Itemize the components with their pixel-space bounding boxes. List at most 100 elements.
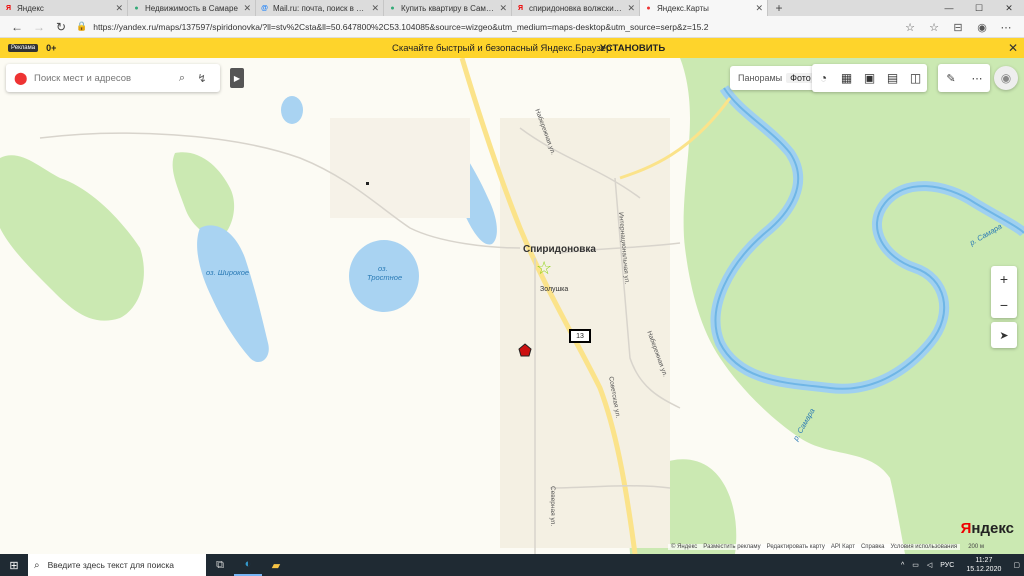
system-tray: ^ ▭ ◁ РУС 11:27 15.12.2020 ▢ bbox=[897, 554, 1024, 576]
more-icon[interactable]: ⋯ bbox=[964, 64, 990, 92]
search-input[interactable]: Поиск мест и адресов bbox=[34, 73, 172, 84]
edge-browser-icon[interactable]: ◐ bbox=[234, 554, 262, 576]
new-tab-button[interactable]: + bbox=[768, 0, 790, 16]
village-label[interactable]: Спиридоновка bbox=[523, 244, 596, 255]
collections-icon[interactable]: ☆ bbox=[922, 17, 946, 37]
edit-map-link[interactable]: Редактировать карту bbox=[767, 544, 825, 550]
search-icon: ⌕ bbox=[34, 559, 40, 571]
browser-toolbar: ☆ ☆ ⊟ ◉ ⋯ bbox=[898, 17, 1018, 37]
menu-icon[interactable]: ⋯ bbox=[994, 17, 1018, 37]
map-view[interactable]: Спиридоновка оз. Широкое оз. Тростное ☆ … bbox=[0, 58, 1024, 554]
lake-label: оз. Широкое bbox=[206, 268, 250, 277]
taskbar: ⊞ ⌕ Введите здесь текст для поиска ⧉ ◐ ▰… bbox=[0, 554, 1024, 576]
ruler-icon[interactable]: ✎ bbox=[938, 64, 964, 92]
poi-label[interactable]: Золушка bbox=[540, 286, 568, 293]
transport-icon[interactable]: ▤ bbox=[881, 64, 904, 92]
locate-me-icon[interactable]: ➤ bbox=[991, 322, 1017, 348]
profile-icon[interactable]: ◉ bbox=[970, 17, 994, 37]
tab-title: Яндекс.Карты bbox=[657, 3, 709, 13]
forest-area bbox=[172, 152, 235, 238]
refresh-icon[interactable]: ↻ bbox=[50, 17, 72, 37]
photo-button[interactable]: Фото bbox=[786, 73, 815, 83]
tab-realty[interactable]: ● Недвижимость в Самаре ✕ bbox=[128, 0, 256, 16]
lake-label: оз. bbox=[378, 264, 388, 273]
close-icon[interactable]: ✕ bbox=[499, 3, 507, 14]
screen: Я Яндекс ✕ ● Недвижимость в Самаре ✕ @ M… bbox=[0, 0, 1024, 576]
map-type-icon[interactable]: ▦ bbox=[835, 64, 858, 92]
yandex-icon: Я bbox=[5, 4, 12, 12]
clock-time: 11:27 bbox=[975, 557, 993, 564]
volume-icon[interactable]: ◁ bbox=[927, 561, 932, 569]
logo-text: ндекс bbox=[971, 520, 1014, 537]
notifications-icon[interactable]: ▢ bbox=[1013, 561, 1020, 569]
task-view-icon[interactable]: ⧉ bbox=[206, 554, 234, 576]
lake bbox=[197, 225, 269, 363]
close-window-icon[interactable]: ✕ bbox=[994, 0, 1024, 16]
tab-yandex[interactable]: Я Яндекс ✕ bbox=[0, 0, 128, 16]
avito-icon: ● bbox=[134, 4, 139, 12]
village-area bbox=[330, 118, 470, 218]
zoom-control: + − bbox=[991, 266, 1017, 318]
close-icon[interactable]: ✕ bbox=[115, 3, 123, 14]
tab-yandex-maps[interactable]: ● Яндекс.Карты ✕ bbox=[640, 0, 768, 16]
yandex-icon: Я bbox=[517, 4, 524, 12]
map-scale: 200 м bbox=[968, 544, 984, 550]
network-icon[interactable]: ▭ bbox=[912, 561, 919, 569]
tab-apartments[interactable]: ● Купить квартиру в Самаре ✕ bbox=[384, 0, 512, 16]
zoom-out-button[interactable]: − bbox=[991, 292, 1017, 318]
copyright: © Яндекс bbox=[671, 544, 698, 550]
tab-title: Купить квартиру в Самаре bbox=[401, 3, 497, 13]
yandex-logo: Яндекс bbox=[961, 520, 1014, 537]
close-icon[interactable]: ✕ bbox=[1008, 41, 1018, 55]
close-icon[interactable]: ✕ bbox=[243, 3, 251, 14]
forest-area bbox=[0, 155, 144, 321]
window-controls: — ☐ ✕ bbox=[934, 0, 1024, 16]
map-tools: ✎ ⋯ bbox=[938, 64, 990, 92]
tab-mail[interactable]: @ Mail.ru: почта, поиск в интернете ✕ bbox=[256, 0, 384, 16]
map-canvas[interactable] bbox=[0, 58, 1024, 554]
maximize-icon[interactable]: ☐ bbox=[964, 0, 994, 16]
expand-panel-button[interactable]: ▶ bbox=[230, 68, 244, 88]
tab-title: Mail.ru: почта, поиск в интернете bbox=[273, 3, 369, 13]
user-avatar[interactable]: ◉ bbox=[994, 66, 1018, 90]
layers-icon[interactable]: ◔ bbox=[812, 64, 835, 92]
back-icon[interactable]: ← bbox=[6, 17, 28, 37]
install-button[interactable]: УСТАНОВИТЬ bbox=[600, 43, 665, 54]
yandex-maps-icon: ● bbox=[646, 4, 651, 12]
map-search-box[interactable]: ⬤ Поиск мест и адресов ⌕ ↯ bbox=[6, 64, 220, 92]
tab-title: Недвижимость в Самаре bbox=[145, 3, 238, 13]
panorama-button[interactable]: Панорамы bbox=[734, 73, 786, 83]
traffic-icon[interactable]: ▣ bbox=[858, 64, 881, 92]
building-marker[interactable]: 13 bbox=[569, 329, 591, 343]
lock-icon: 🔒 bbox=[76, 21, 88, 31]
close-icon[interactable]: ✕ bbox=[755, 3, 763, 14]
tab-search[interactable]: Я спиридоновка волжский район ✕ bbox=[512, 0, 640, 16]
close-icon[interactable]: ✕ bbox=[371, 3, 379, 14]
age-rating: 0+ bbox=[46, 43, 57, 53]
file-explorer-icon[interactable]: ▰ bbox=[262, 554, 290, 576]
language-indicator[interactable]: РУС bbox=[940, 562, 954, 569]
api-link[interactable]: API Карт bbox=[831, 544, 855, 550]
forest-area bbox=[680, 58, 1024, 554]
close-icon[interactable]: ✕ bbox=[627, 3, 635, 14]
favorites-icon[interactable]: ⊟ bbox=[946, 17, 970, 37]
zoom-in-button[interactable]: + bbox=[991, 266, 1017, 292]
ad-link[interactable]: Разместить рекламу bbox=[703, 544, 760, 550]
panorama-icon[interactable]: ◫ bbox=[904, 64, 927, 92]
terms-link[interactable]: Условия использования bbox=[891, 544, 958, 550]
chevron-up-icon[interactable]: ^ bbox=[901, 562, 904, 569]
url-field[interactable]: 🔒 https://yandex.ru/maps/137597/spiridon… bbox=[76, 18, 856, 36]
search-icon[interactable]: ⌕ bbox=[172, 72, 192, 85]
help-link[interactable]: Справка bbox=[861, 544, 885, 550]
windows-start-icon[interactable]: ⊞ bbox=[0, 554, 28, 576]
favorite-star-icon[interactable]: ☆ bbox=[898, 17, 922, 37]
route-icon[interactable]: ↯ bbox=[192, 72, 212, 85]
tab-title: спиридоновка волжский район bbox=[529, 3, 625, 13]
forward-icon[interactable]: → bbox=[28, 17, 50, 37]
taskbar-search[interactable]: ⌕ Введите здесь текст для поиска bbox=[28, 554, 206, 576]
taskbar-search-input[interactable]: Введите здесь текст для поиска bbox=[48, 560, 174, 570]
clock[interactable]: 11:27 15.12.2020 bbox=[966, 556, 1001, 574]
minimize-icon[interactable]: — bbox=[934, 0, 964, 16]
small-marker bbox=[366, 182, 369, 185]
poi-star-icon[interactable]: ☆ bbox=[536, 258, 552, 279]
